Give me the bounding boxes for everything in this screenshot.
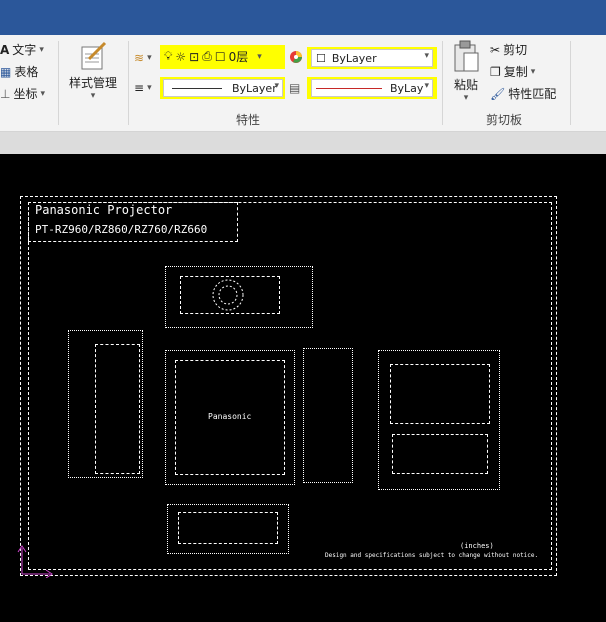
paintbrush-icon: 🖌︎ [490,86,506,101]
layer-properties-icon: ≋ [134,51,145,65]
right-side-view [303,348,353,483]
paste-button[interactable]: 粘贴 ▾ [448,39,484,103]
unit-note: (inches) [460,542,494,550]
drawing-subtitle: PT-RZ960/RZ860/RZ760/RZ660 [35,223,208,236]
color-swatch-icon: ☐ [214,49,226,64]
divider [570,41,571,125]
properties-group-label: 特性 [236,113,261,127]
disclaimer-note: Design and specifications subject to cha… [325,552,539,559]
style-manager-button[interactable]: 样式管理 ▾ [64,41,122,101]
line-sample [172,87,222,89]
match-layer-button[interactable]: ≋ ▾ [134,51,152,65]
divider [58,41,59,125]
style-manager-label: 样式管理 [68,76,117,90]
linetype-scale-button[interactable]: ≡ ▾ [134,81,152,95]
rear-view-panel [390,364,490,424]
copy-button[interactable]: ❐ 复制 ▾ [490,63,535,80]
layer-combo[interactable]: 💡︎ ☼ ⊡ ⎙ ☐ 0层 ▾ [164,48,262,65]
bottom-view-vent [178,512,278,544]
cut-label: 剪切 [503,43,528,57]
lineweight-combo[interactable]: ByLay ▾ [311,79,433,97]
sun-icon: ☼ [175,49,187,64]
clipboard-icon [454,40,479,72]
scissors-icon: ✂ [490,42,501,57]
chevron-down-icon: ▾ [424,81,429,91]
color-wheel-button[interactable] [289,50,303,64]
lens-circle [212,279,244,311]
clipboard-group-label: 剪切板 [486,113,523,127]
title-bar [0,0,606,35]
match-label: 特性匹配 [508,87,557,101]
coord-label: 坐标 [13,87,38,101]
lightbulb-icon: 💡︎ [164,49,173,63]
linetype-value: ByLayer [232,81,277,95]
chevron-down-icon: ▾ [147,83,152,93]
divider [128,41,129,125]
text-icon: A [0,42,10,57]
copy-icon: ❐ [490,64,501,79]
chevron-down-icon: ▾ [40,88,45,99]
lock-icon: ⊡ [189,49,200,64]
lineweight-value: ByLay [390,81,424,95]
drawing-canvas[interactable]: Panasonic Projector PT-RZ960/RZ860/RZ760… [0,154,606,622]
printer-icon: ⎙ [202,49,212,63]
chevron-down-icon: ▾ [530,66,536,77]
left-side-panel [95,344,140,474]
text-button[interactable]: A 文字 ▾ [0,41,44,58]
coordinate-icon: ⊥ [0,86,11,101]
style-manager-icon [81,41,107,70]
brand-label: Panasonic [208,412,252,421]
chevron-down-icon: ▾ [39,44,44,55]
ribbon-footer [0,132,606,154]
lineweight-icon: ▤ [289,81,301,95]
ucs-icon [17,545,53,578]
drawing-title: Panasonic Projector [35,203,173,217]
lineweight-button[interactable]: ▤ [289,81,300,95]
line-sample [316,87,382,89]
match-properties-button[interactable]: 🖌︎ 特性匹配 [490,85,556,102]
table-icon: ▦ [0,64,12,79]
chevron-down-icon: ▾ [90,91,96,101]
paste-label: 粘贴 [453,78,478,92]
chevron-down-icon: ▾ [424,51,429,61]
chevron-down-icon: ▾ [147,53,152,63]
layer-value: 0层 [228,50,249,64]
color-swatch-icon: ☐ [316,51,326,65]
divider [442,41,443,125]
ribbon: A 文字 ▾ ▦ 表格 ⊥ 坐标 ▾ 样式管理 ▾ ≋ ▾ 💡︎ ☼ ⊡ ⎙ ☐ [0,35,606,132]
rear-view-io [392,434,488,474]
cut-button[interactable]: ✂ 剪切 [490,41,527,58]
table-label: 表格 [14,65,39,79]
linetype-combo[interactable]: ByLayer ▾ [163,79,283,97]
chevron-down-icon: ▾ [463,93,469,103]
linetype-icon: ≡ [134,81,145,95]
color-wheel-icon [290,51,302,63]
chevron-down-icon: ▾ [257,51,262,62]
coord-button[interactable]: ⊥ 坐标 ▾ [0,85,45,102]
copy-label: 复制 [503,65,528,79]
color-value: ByLayer [331,51,377,65]
table-button[interactable]: ▦ 表格 [0,63,38,80]
chevron-down-icon: ▾ [274,81,279,91]
color-combo[interactable]: ☐ ByLayer ▾ [311,49,433,67]
text-label: 文字 [12,43,37,57]
